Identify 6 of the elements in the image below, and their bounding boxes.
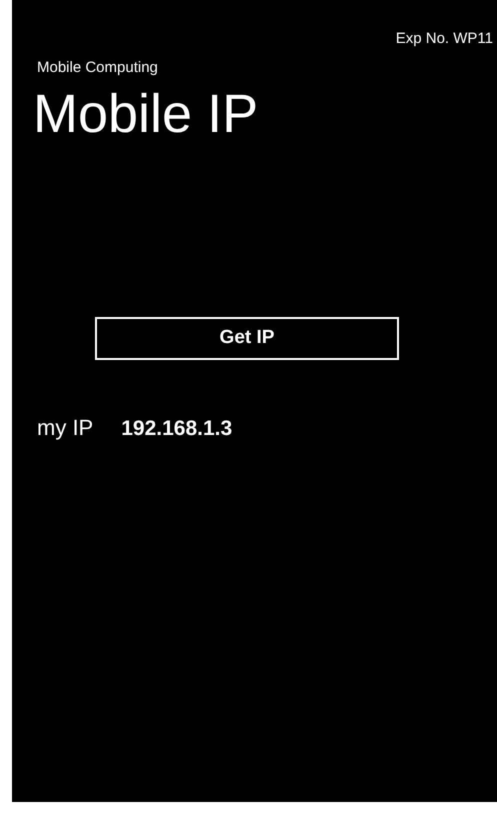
ip-value: 192.168.1.3 bbox=[121, 416, 232, 441]
app-title: Mobile Computing bbox=[37, 59, 159, 76]
get-ip-button[interactable]: Get IP bbox=[95, 316, 399, 360]
experiment-label: Exp No. WP11 bbox=[396, 30, 493, 47]
page-title: Mobile IP bbox=[33, 83, 260, 146]
ip-label: my IP bbox=[37, 414, 94, 441]
